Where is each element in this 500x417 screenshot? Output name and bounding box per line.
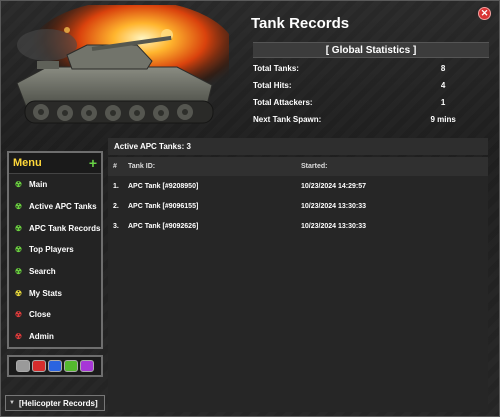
stat-next-tank-spawn: Next Tank Spawn: 9 mins	[253, 111, 489, 128]
stat-total-hits: Total Hits: 4	[253, 77, 489, 94]
row-started: 10/23/2024 13:30:33	[301, 222, 366, 230]
stat-label: Total Hits:	[253, 81, 292, 90]
sidebar-header: Menu +	[9, 153, 101, 174]
plus-icon[interactable]: +	[89, 156, 97, 170]
radiation-icon: ☢	[14, 332, 23, 342]
row-started: 10/23/2024 13:30:33	[301, 202, 366, 210]
sidebar-item-search[interactable]: ☢ Search	[9, 261, 101, 283]
close-icon[interactable]: ✕	[478, 7, 491, 20]
stat-value: 4	[440, 81, 446, 90]
stat-label: Total Attackers:	[253, 98, 313, 107]
stat-total-attackers: Total Attackers: 1	[253, 94, 489, 111]
theme-color-palette	[7, 355, 103, 377]
sidebar-item-label: Active APC Tanks	[29, 202, 97, 212]
row-started: 10/23/2024 14:29:57	[301, 182, 366, 190]
chevron-down-icon: ▼	[9, 400, 15, 406]
stat-value: 1	[440, 98, 446, 107]
sidebar-item-admin[interactable]: ☢ Admin	[9, 326, 101, 348]
helicopter-records-button[interactable]: ▼ [Helicopter Records]	[5, 395, 105, 411]
stat-total-tanks: Total Tanks: 8	[253, 60, 489, 77]
tank-illustration	[16, 5, 229, 124]
global-statistics: Total Tanks: 8 Total Hits: 4 Total Attac…	[253, 60, 489, 128]
radiation-icon: ☢	[14, 245, 23, 255]
table-row[interactable]: 3. APC Tank [#9092626] 10/23/2024 13:30:…	[108, 216, 488, 236]
sidebar-item-label: Main	[29, 180, 48, 190]
row-tank-id: APC Tank [#9208950]	[128, 182, 199, 190]
color-swatch-grey[interactable]	[16, 360, 30, 372]
menu-title: Menu	[13, 157, 42, 169]
window-title: Tank Records	[251, 15, 350, 32]
row-num: 2.	[113, 202, 119, 210]
column-header-num: #	[113, 163, 117, 170]
sidebar-item-label: Search	[29, 267, 56, 277]
radiation-icon: ☢	[14, 180, 23, 190]
sidebar-item-label: Admin	[29, 332, 54, 342]
table-row[interactable]: 1. APC Tank [#9208950] 10/23/2024 14:29:…	[108, 176, 488, 196]
radiation-icon: ☢	[14, 223, 23, 233]
sidebar-item-label: Close	[29, 310, 51, 320]
tank-records-window: Tank Records ✕ [ Global Statistics ] Tot…	[0, 0, 500, 417]
sidebar-item-main[interactable]: ☢ Main	[9, 174, 101, 196]
color-swatch-purple[interactable]	[80, 360, 94, 372]
radiation-icon: ☢	[14, 202, 23, 212]
tank-records-table: # Tank ID: Started: 1. APC Tank [#920895…	[108, 157, 488, 412]
row-tank-id: APC Tank [#9096155]	[128, 202, 199, 210]
sidebar-item-active-apc-tanks[interactable]: ☢ Active APC Tanks	[9, 196, 101, 218]
sidebar-item-apc-tank-records[interactable]: ☢ APC Tank Records	[9, 217, 101, 239]
color-swatch-red[interactable]	[32, 360, 46, 372]
table-header: # Tank ID: Started:	[108, 157, 488, 176]
sidebar-item-label: My Stats	[29, 288, 62, 298]
table-row[interactable]: 2. APC Tank [#9096155] 10/23/2024 13:30:…	[108, 196, 488, 216]
sidebar-item-my-stats[interactable]: ☢ My Stats	[9, 282, 101, 304]
sidebar-item-label: APC Tank Records	[29, 223, 101, 233]
stat-label: Total Tanks:	[253, 64, 299, 73]
radiation-icon: ☢	[14, 288, 23, 298]
column-header-started: Started:	[301, 163, 328, 170]
row-num: 1.	[113, 182, 119, 190]
stat-value: 8	[440, 64, 446, 73]
sidebar-menu: Menu + ☢ Main ☢ Active APC Tanks ☢ APC T…	[7, 151, 103, 349]
stat-label: Next Tank Spawn:	[253, 115, 322, 124]
row-tank-id: APC Tank [#9092626]	[128, 222, 199, 230]
tank-explosion-image	[7, 5, 229, 143]
column-header-tank-id: Tank ID:	[128, 163, 156, 170]
global-statistics-header: [ Global Statistics ]	[253, 42, 489, 58]
row-num: 3.	[113, 222, 119, 230]
radiation-icon: ☢	[14, 267, 23, 277]
helicopter-records-label: [Helicopter Records]	[18, 398, 98, 408]
sidebar-item-label: Top Players	[29, 245, 74, 255]
stat-value: 9 mins	[430, 115, 456, 124]
sidebar-item-close[interactable]: ☢ Close	[9, 304, 101, 326]
active-apc-tanks-count: Active APC Tanks: 3	[108, 138, 488, 155]
sidebar-item-top-players[interactable]: ☢ Top Players	[9, 239, 101, 261]
radiation-icon: ☢	[14, 310, 23, 320]
color-swatch-green[interactable]	[64, 360, 78, 372]
color-swatch-blue[interactable]	[48, 360, 62, 372]
